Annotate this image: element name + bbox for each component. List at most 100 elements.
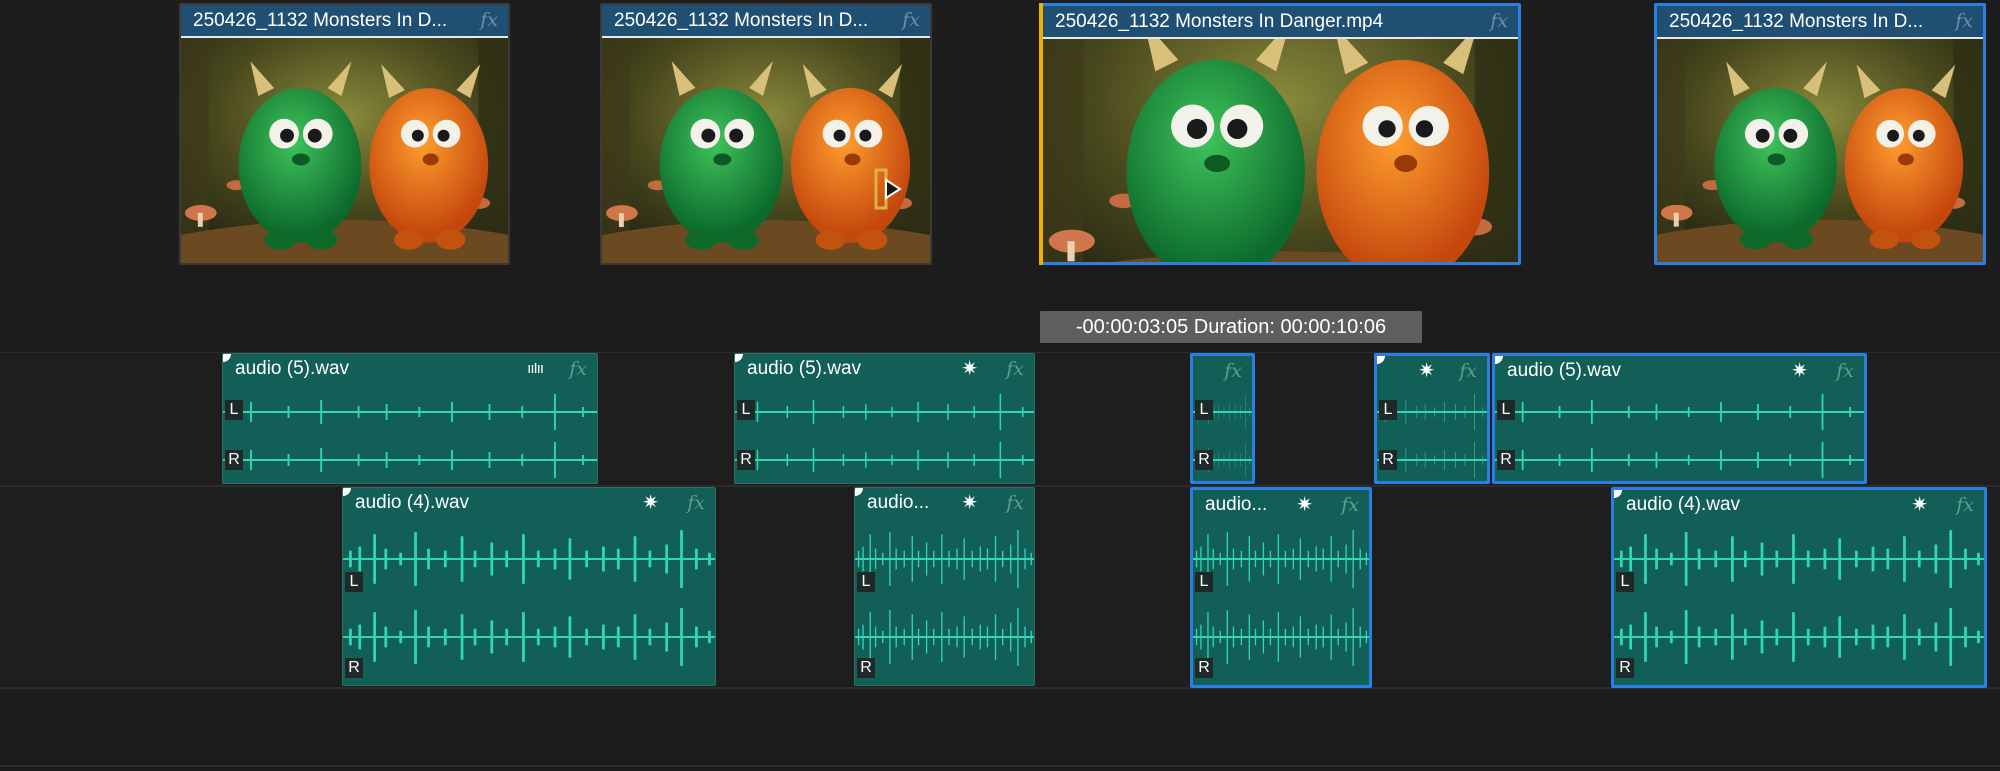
clip-label: 250426_1132 Monsters In D... bbox=[614, 10, 869, 31]
audio-clip-selected[interactable]: ✷ fx L R bbox=[1374, 353, 1490, 484]
clip-label: audio (5).wav bbox=[1507, 360, 1622, 381]
audio-clip[interactable]: audio (5).wav ✷ fx L R bbox=[734, 353, 1035, 484]
audio-clip-header: fx bbox=[1193, 356, 1252, 386]
fx-icon[interactable]: fx bbox=[480, 5, 498, 36]
fx-icon[interactable]: fx bbox=[1224, 356, 1242, 386]
audio-clip-header: audio (5).wav ✷ fx bbox=[735, 354, 1034, 384]
audio-clip[interactable]: audio... ✷ fx L R bbox=[854, 487, 1035, 686]
waveform-left bbox=[343, 528, 715, 590]
fx-icon[interactable]: fx bbox=[569, 354, 587, 384]
fx-icon[interactable]: fx bbox=[687, 488, 705, 518]
channel-left-label: L bbox=[1497, 400, 1515, 420]
clip-label: audio (4).wav bbox=[1626, 494, 1741, 515]
fx-icon[interactable]: fx bbox=[1006, 488, 1024, 518]
channel-right-label: R bbox=[1195, 450, 1213, 470]
waveform-left bbox=[1614, 528, 1984, 590]
waveform-left bbox=[855, 528, 1034, 590]
track-divider bbox=[0, 765, 2000, 767]
clip-label: 250426_1132 Monsters In D... bbox=[193, 10, 448, 31]
waveform-right bbox=[1193, 606, 1369, 668]
clip-label: 250426_1132 Monsters In Danger.mp4 bbox=[1055, 11, 1384, 32]
audio-clip-selected[interactable]: audio (4).wav ✷ fx L R bbox=[1611, 487, 1987, 688]
fx-icon[interactable]: fx bbox=[1459, 356, 1477, 386]
fx-icon[interactable]: fx bbox=[1836, 356, 1854, 386]
effect-star-icon: ✷ bbox=[1418, 360, 1435, 382]
channel-right-label: R bbox=[857, 658, 875, 678]
waveform-right bbox=[1614, 606, 1984, 668]
empty-track-area[interactable] bbox=[0, 689, 2000, 771]
clip-thumbnail bbox=[1657, 39, 1983, 262]
fx-icon[interactable]: fx bbox=[1341, 490, 1359, 520]
audio-clip-selected[interactable]: audio... ✷ fx L R bbox=[1190, 487, 1372, 688]
video-clip-header: 250426_1132 Monsters In Danger.mp4 fx bbox=[1043, 6, 1518, 39]
fx-icon[interactable]: fx bbox=[1955, 6, 1973, 37]
audio-clip-header: audio (4).wav ✷ fx bbox=[343, 488, 715, 518]
waveform-left bbox=[1193, 528, 1369, 590]
audio-clip-header: audio (5).wav ✷ fx bbox=[1495, 356, 1864, 386]
clip-thumbnail bbox=[602, 38, 930, 263]
clip-label: audio... bbox=[867, 492, 930, 513]
empty-track-area[interactable] bbox=[0, 267, 2000, 353]
effect-star-icon: ✷ bbox=[642, 492, 659, 514]
waveform-left bbox=[735, 392, 1034, 432]
clip-label: 250426_1132 Monsters In D... bbox=[1669, 11, 1924, 32]
video-clip-header: 250426_1132 Monsters In D... fx bbox=[602, 5, 930, 38]
channel-left-label: L bbox=[857, 572, 875, 592]
channel-right-label: R bbox=[225, 450, 243, 470]
waveform-right bbox=[343, 606, 715, 668]
video-clip-selected[interactable]: 250426_1132 Monsters In D... fx bbox=[1654, 3, 1986, 265]
audio-clip-selected[interactable]: audio (5).wav ✷ fx L R bbox=[1492, 353, 1867, 484]
waveform-right bbox=[223, 440, 597, 480]
video-clip[interactable]: 250426_1132 Monsters In D... fx bbox=[600, 3, 932, 265]
waveform-right bbox=[1495, 440, 1864, 480]
audio-clip[interactable]: audio (4).wav ✷ fx L R bbox=[342, 487, 716, 686]
channel-left-label: L bbox=[1195, 400, 1213, 420]
effect-star-icon: ✷ bbox=[1791, 360, 1808, 382]
effect-star-icon: ✷ bbox=[961, 492, 978, 514]
fx-icon[interactable]: fx bbox=[1956, 490, 1974, 520]
video-clip-header: 250426_1132 Monsters In D... fx bbox=[181, 5, 508, 38]
waveform-right bbox=[735, 440, 1034, 480]
fx-icon[interactable]: fx bbox=[1490, 6, 1508, 37]
waveform-right bbox=[855, 606, 1034, 668]
channel-left-label: L bbox=[1379, 400, 1397, 420]
audio-clip-selected[interactable]: fx L R bbox=[1190, 353, 1255, 484]
effect-star-icon: ✷ bbox=[1296, 494, 1313, 516]
clip-label: audio (4).wav bbox=[355, 492, 470, 513]
channel-right-label: R bbox=[1379, 450, 1397, 470]
fx-icon[interactable]: fx bbox=[1006, 354, 1024, 384]
channel-left-label: L bbox=[225, 400, 243, 420]
clip-label: audio (5).wav bbox=[235, 358, 350, 379]
video-clip-header: 250426_1132 Monsters In D... fx bbox=[1657, 6, 1983, 39]
ripple-edit-cursor-icon bbox=[874, 168, 902, 210]
audio-meter-icon: ııIıı bbox=[527, 360, 544, 377]
channel-right-label: R bbox=[1497, 450, 1515, 470]
audio-clip[interactable]: audio (5).wav ııIıı fx L R bbox=[222, 353, 598, 484]
waveform-left bbox=[223, 392, 597, 432]
channel-left-label: L bbox=[737, 400, 755, 420]
playhead-edit-point[interactable] bbox=[1039, 3, 1043, 265]
clip-thumbnail bbox=[181, 38, 508, 263]
channel-left-label: L bbox=[345, 572, 363, 592]
video-clip-selected[interactable]: 250426_1132 Monsters In Danger.mp4 fx bbox=[1040, 3, 1521, 265]
trim-duration-tooltip: -00:00:03:05 Duration: 00:00:10:06 bbox=[1040, 311, 1422, 343]
channel-right-label: R bbox=[1195, 658, 1213, 678]
channel-left-label: L bbox=[1616, 572, 1634, 592]
audio-clip-header: audio... ✷ fx bbox=[1193, 490, 1369, 520]
audio-clip-header: ✷ fx bbox=[1377, 356, 1487, 386]
clip-thumbnail bbox=[1043, 39, 1518, 262]
audio-clip-header: audio... ✷ fx bbox=[855, 488, 1034, 518]
audio-clip-header: audio (5).wav ııIıı fx bbox=[223, 354, 597, 384]
clip-label: audio (5).wav bbox=[747, 358, 862, 379]
waveform-left bbox=[1495, 392, 1864, 432]
audio-clip-header: audio (4).wav ✷ fx bbox=[1614, 490, 1984, 520]
video-clip[interactable]: 250426_1132 Monsters In D... fx bbox=[179, 3, 510, 265]
clip-label: audio... bbox=[1205, 494, 1268, 515]
channel-left-label: L bbox=[1195, 572, 1213, 592]
channel-right-label: R bbox=[1616, 658, 1634, 678]
channel-right-label: R bbox=[345, 658, 363, 678]
effect-star-icon: ✷ bbox=[1911, 494, 1928, 516]
effect-star-icon: ✷ bbox=[961, 358, 978, 380]
channel-right-label: R bbox=[737, 450, 755, 470]
fx-icon[interactable]: fx bbox=[902, 5, 920, 36]
